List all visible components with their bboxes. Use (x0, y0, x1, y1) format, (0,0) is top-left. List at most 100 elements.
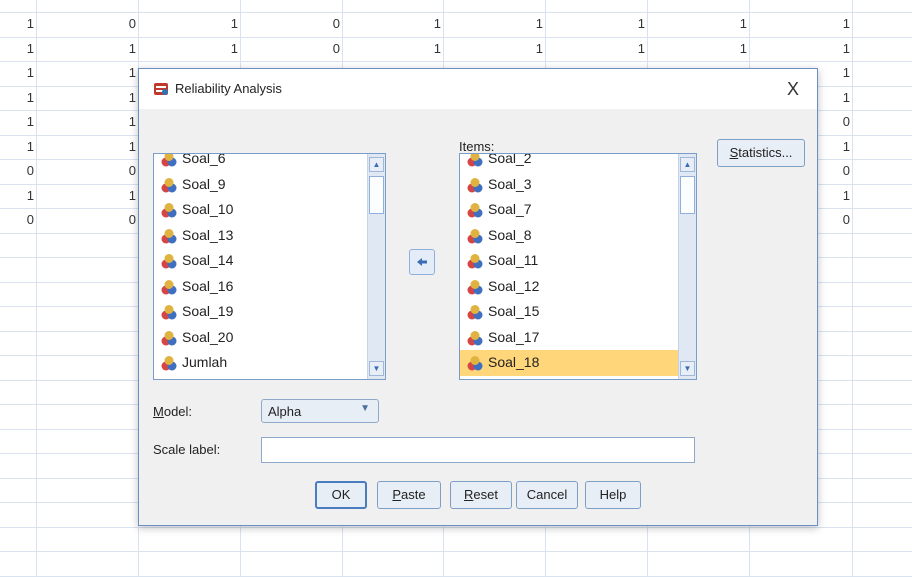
grid-row-line (0, 551, 912, 552)
model-label: Model: (153, 404, 193, 419)
scale-variable-icon (467, 154, 483, 167)
variable-name: Soal_15 (488, 303, 540, 319)
list-item[interactable]: Soal_3 (460, 172, 678, 198)
ok-button[interactable]: OK (315, 481, 367, 509)
list-item[interactable]: Soal_2 (460, 153, 678, 172)
model-dropdown[interactable]: Alpha ▼ (261, 399, 379, 423)
scroll-down-arrow-icon[interactable]: ▼ (680, 361, 695, 376)
reset-button[interactable]: Reset (450, 481, 512, 509)
data-cell[interactable]: 1 (116, 65, 136, 80)
source-list-scrollbar[interactable]: ▲ ▼ (367, 154, 385, 379)
items-list-scrollbar[interactable]: ▲ ▼ (678, 154, 696, 379)
scale-variable-icon (467, 228, 483, 243)
chevron-down-icon: ▼ (360, 403, 370, 414)
data-cell[interactable]: 1 (625, 16, 645, 31)
list-item[interactable]: Soal_9 (154, 172, 367, 198)
data-cell[interactable]: 0 (14, 212, 34, 227)
data-cell[interactable]: 0 (116, 212, 136, 227)
data-cell[interactable]: 1 (421, 41, 441, 56)
scroll-thumb[interactable] (680, 176, 695, 214)
list-item[interactable]: Soal_12 (460, 274, 678, 300)
variable-name: Soal_17 (488, 328, 540, 345)
data-cell[interactable]: 0 (320, 16, 340, 31)
scale-variable-icon (161, 330, 177, 345)
list-item[interactable]: Soal_13 (154, 223, 367, 249)
list-item[interactable]: Soal_15 (460, 299, 678, 325)
data-cell[interactable]: 1 (116, 41, 136, 56)
scroll-up-arrow-icon[interactable]: ▲ (369, 157, 384, 172)
data-cell[interactable]: 1 (830, 188, 850, 203)
data-cell[interactable]: 1 (116, 114, 136, 129)
scale-label-label: Scale label: (153, 442, 221, 457)
move-arrow-icon (417, 258, 427, 266)
data-cell[interactable]: 0 (320, 41, 340, 56)
data-cell[interactable]: 1 (727, 41, 747, 56)
data-cell[interactable]: 1 (218, 41, 238, 56)
data-cell[interactable]: 1 (14, 188, 34, 203)
data-cell[interactable]: 1 (14, 16, 34, 31)
grid-column-line (852, 0, 853, 577)
list-item[interactable]: Soal_17 (460, 325, 678, 351)
list-item[interactable]: Soal_18 (460, 350, 678, 376)
reliability-analysis-dialog: Reliability Analysis X Soal_6 Soal_9 Soal_… (138, 68, 818, 526)
variable-name: Soal_7 (488, 201, 532, 217)
data-cell[interactable]: 1 (116, 188, 136, 203)
scroll-thumb[interactable] (369, 176, 384, 214)
data-cell[interactable]: 1 (523, 16, 543, 31)
variable-name: Soal_2 (488, 153, 532, 166)
paste-button[interactable]: Paste (377, 481, 441, 509)
statistics-button-label: tatistics... (738, 145, 793, 160)
scroll-down-arrow-icon[interactable]: ▼ (369, 361, 384, 376)
variable-name: Soal_16 (182, 277, 234, 294)
data-cell[interactable]: 1 (830, 16, 850, 31)
grid-row-line (0, 526, 912, 528)
grid-row-line (0, 575, 912, 577)
data-cell[interactable]: 0 (116, 16, 136, 31)
scale-variable-icon (467, 177, 483, 192)
help-button[interactable]: Help (585, 481, 641, 509)
list-item[interactable]: Jumlah (154, 350, 367, 376)
data-cell[interactable]: 1 (830, 90, 850, 105)
spss-app-icon (154, 83, 168, 95)
scale-variable-icon (161, 177, 177, 192)
cancel-button[interactable]: Cancel (516, 481, 578, 509)
data-cell[interactable]: 1 (523, 41, 543, 56)
data-cell[interactable]: 1 (830, 139, 850, 154)
data-cell[interactable]: 1 (727, 16, 747, 31)
list-item[interactable]: Soal_8 (460, 223, 678, 249)
list-item[interactable]: Soal_19 (154, 299, 367, 325)
list-item[interactable]: Soal_7 (460, 197, 678, 223)
variable-name: Soal_6 (182, 153, 226, 166)
source-variable-list[interactable]: Soal_6 Soal_9 Soal_10 Soal_13 Soal_14 Soal_16… (153, 153, 386, 380)
data-cell[interactable]: 1 (14, 65, 34, 80)
data-cell[interactable]: 0 (116, 163, 136, 178)
data-cell[interactable]: 1 (830, 65, 850, 80)
data-cell[interactable]: 1 (830, 41, 850, 56)
list-item[interactable]: Soal_14 (154, 248, 367, 274)
move-variable-button[interactable] (409, 249, 435, 275)
data-cell[interactable]: 1 (116, 90, 136, 105)
data-cell[interactable]: 1 (218, 16, 238, 31)
data-cell[interactable]: 1 (14, 90, 34, 105)
data-cell[interactable]: 0 (830, 163, 850, 178)
data-cell[interactable]: 0 (14, 163, 34, 178)
list-item[interactable]: Soal_16 (154, 274, 367, 300)
scroll-up-arrow-icon[interactable]: ▲ (680, 157, 695, 172)
list-item[interactable]: Soal_6 (154, 153, 367, 172)
data-cell[interactable]: 1 (116, 139, 136, 154)
variable-name: Soal_10 (182, 201, 234, 217)
data-cell[interactable]: 0 (830, 114, 850, 129)
scale-label-input[interactable] (261, 437, 695, 463)
list-item[interactable]: Soal_10 (154, 197, 367, 223)
data-cell[interactable]: 1 (625, 41, 645, 56)
list-item[interactable]: Soal_20 (154, 325, 367, 351)
data-cell[interactable]: 1 (421, 16, 441, 31)
statistics-button[interactable]: Statistics... (717, 139, 805, 167)
data-cell[interactable]: 1 (14, 139, 34, 154)
list-item[interactable]: Soal_11 (460, 248, 678, 274)
items-list[interactable]: Soal_2 Soal_3 Soal_7 Soal_8 Soal_11 Soal_12 So… (459, 153, 697, 380)
data-cell[interactable]: 0 (830, 212, 850, 227)
data-cell[interactable]: 1 (14, 41, 34, 56)
data-cell[interactable]: 1 (14, 114, 34, 129)
close-button[interactable]: X (779, 75, 807, 103)
